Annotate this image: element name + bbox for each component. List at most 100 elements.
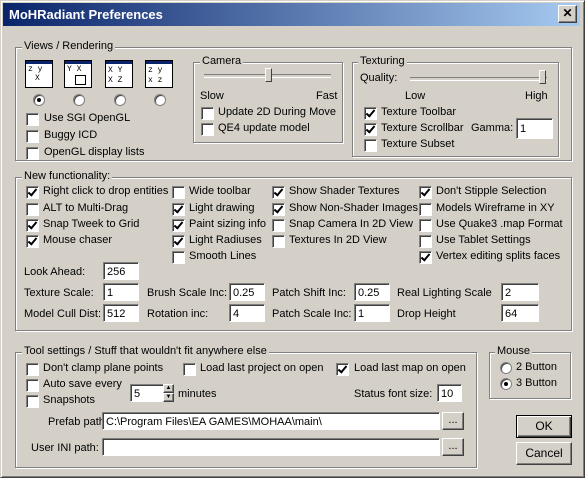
spin-down-icon: ▼ (165, 394, 172, 400)
new-functionality-label: New functionality: (22, 170, 113, 182)
texture-scrollbar-checkbox[interactable] (364, 123, 377, 136)
tablet-settings-label: Use Tablet Settings (436, 234, 531, 246)
views-rendering-label: Views / Rendering (22, 40, 116, 52)
smooth-lines-checkbox[interactable] (172, 251, 185, 264)
view-layout-2-icon[interactable]: Y X (64, 60, 92, 88)
show-shader-checkbox[interactable] (272, 186, 285, 199)
texture-toolbar-checkbox[interactable] (364, 107, 377, 120)
user-ini-input[interactable] (102, 438, 440, 456)
right-click-drop-label: Right click to drop entities (43, 185, 169, 197)
patch-shift-input[interactable]: 0.25 (354, 283, 390, 301)
update-2d-checkbox[interactable] (201, 107, 214, 120)
display-lists-checkbox[interactable] (26, 147, 39, 160)
view-layout-4-icon[interactable]: z yx z (145, 60, 173, 88)
texturing-label: Texturing (358, 55, 407, 67)
right-click-drop-checkbox[interactable] (26, 186, 39, 199)
alt-multi-drag-checkbox[interactable] (26, 203, 39, 216)
close-button[interactable]: ✕ (558, 5, 577, 23)
mouse-chaser-checkbox[interactable] (26, 235, 39, 248)
light-drawing-checkbox[interactable] (172, 203, 185, 216)
mouse-3-button-radio[interactable] (500, 378, 512, 390)
use-sgi-checkbox[interactable] (26, 113, 39, 126)
snapshots-label: Snapshots (43, 394, 95, 406)
prefab-browse-button[interactable]: ... (442, 412, 464, 430)
qe4-update-checkbox[interactable] (201, 123, 214, 136)
spin-up-button[interactable]: ▲ (163, 384, 174, 393)
texture-scale-input[interactable]: 1 (103, 283, 139, 301)
mouse-label: Mouse (495, 345, 533, 357)
models-wireframe-label: Models Wireframe in XY (436, 202, 555, 214)
qe4-update-label: QE4 update model (218, 122, 310, 134)
user-ini-label: User INI path: (31, 442, 99, 454)
display-lists-label: OpenGL display lists (44, 146, 145, 158)
light-radiuses-checkbox[interactable] (172, 235, 185, 248)
models-wireframe-checkbox[interactable] (419, 203, 432, 216)
title-bar[interactable]: MoHRadiant Preferences ✕ (3, 3, 580, 26)
ok-button[interactable]: OK (516, 415, 572, 438)
brush-scale-input[interactable]: 0.25 (229, 283, 265, 301)
status-font-label: Status font size: (354, 388, 433, 400)
real-lighting-input[interactable]: 2 (501, 283, 539, 301)
view-layout-radio-1[interactable] (33, 94, 45, 106)
auto-save-minutes-input[interactable]: 5 (130, 384, 164, 402)
update-2d-label: Update 2D During Move (218, 106, 337, 118)
quake3-format-checkbox[interactable] (419, 219, 432, 232)
tool-settings-label: Tool settings / Stuff that wouldn't fit … (22, 345, 269, 357)
window-title: MoHRadiant Preferences (9, 7, 163, 22)
user-ini-browse-button[interactable]: ... (442, 438, 464, 456)
load-last-project-label: Load last project on open (200, 362, 324, 374)
quality-low-label: Low (405, 90, 426, 102)
auto-save-checkbox[interactable] (26, 379, 39, 392)
paint-sizing-label: Paint sizing info (189, 218, 267, 230)
dont-clamp-checkbox[interactable] (26, 363, 39, 376)
cancel-button[interactable]: Cancel (516, 442, 572, 465)
texture-subset-label: Texture Subset (381, 138, 455, 150)
quality-track (410, 77, 547, 81)
load-last-map-checkbox[interactable] (336, 363, 349, 376)
snap-camera-checkbox[interactable] (272, 219, 285, 232)
load-last-project-checkbox[interactable] (183, 363, 196, 376)
load-last-map-label: Load last map on open (354, 362, 466, 374)
view-layout-radio-2[interactable] (73, 94, 85, 106)
mouse-2-button-radio[interactable] (500, 362, 512, 374)
paint-sizing-checkbox[interactable] (172, 219, 185, 232)
auto-save-label: Auto save every (43, 378, 122, 390)
drop-height-input[interactable]: 64 (501, 304, 539, 322)
view-layout-3-icon[interactable]: X YX Z (105, 60, 133, 88)
quality-slider[interactable] (539, 70, 546, 84)
snap-tweek-checkbox[interactable] (26, 219, 39, 232)
vertex-splits-label: Vertex editing splits faces (436, 250, 561, 262)
spin-up-icon: ▲ (165, 385, 172, 391)
snapshots-checkbox[interactable] (26, 395, 39, 408)
drop-height-label: Drop Height (397, 308, 456, 320)
show-non-shader-label: Show Non-Shader Images (289, 202, 419, 214)
snap-tweek-label: Snap Tweek to Grid (43, 218, 140, 230)
gamma-input[interactable]: 1 (516, 118, 553, 139)
wide-toolbar-checkbox[interactable] (172, 186, 185, 199)
view-layout-radio-4[interactable] (154, 94, 166, 106)
use-sgi-label: Use SGI OpenGL (44, 112, 131, 124)
texture-scrollbar-label: Texture Scrollbar (381, 122, 464, 134)
model-cull-input[interactable]: 512 (103, 304, 139, 322)
smooth-lines-label: Smooth Lines (189, 250, 257, 262)
rotation-inc-input[interactable]: 4 (229, 304, 265, 322)
look-ahead-input[interactable]: 256 (103, 262, 139, 280)
view-layout-radio-3[interactable] (114, 94, 126, 106)
tablet-settings-checkbox[interactable] (419, 235, 432, 248)
camera-speed-slider[interactable] (265, 68, 272, 82)
prefab-path-input[interactable]: C:\Program Files\EA GAMES\MOHAA\main\ (102, 412, 440, 430)
textures-2d-checkbox[interactable] (272, 235, 285, 248)
spin-down-button[interactable]: ▼ (163, 393, 174, 402)
dont-stipple-checkbox[interactable] (419, 186, 432, 199)
brush-scale-label: Brush Scale Inc: (147, 287, 228, 299)
show-non-shader-checkbox[interactable] (272, 203, 285, 216)
patch-scale-input[interactable]: 1 (354, 304, 390, 322)
texture-subset-checkbox[interactable] (364, 139, 377, 152)
buggy-icd-checkbox[interactable] (26, 130, 39, 143)
vertex-splits-checkbox[interactable] (419, 251, 432, 264)
status-font-input[interactable]: 10 (437, 384, 462, 402)
gamma-label: Gamma: (471, 122, 514, 134)
light-radiuses-label: Light Radiuses (189, 234, 262, 246)
view-layout-1-icon[interactable]: z yX (25, 60, 53, 88)
buggy-icd-label: Buggy ICD (44, 129, 98, 141)
